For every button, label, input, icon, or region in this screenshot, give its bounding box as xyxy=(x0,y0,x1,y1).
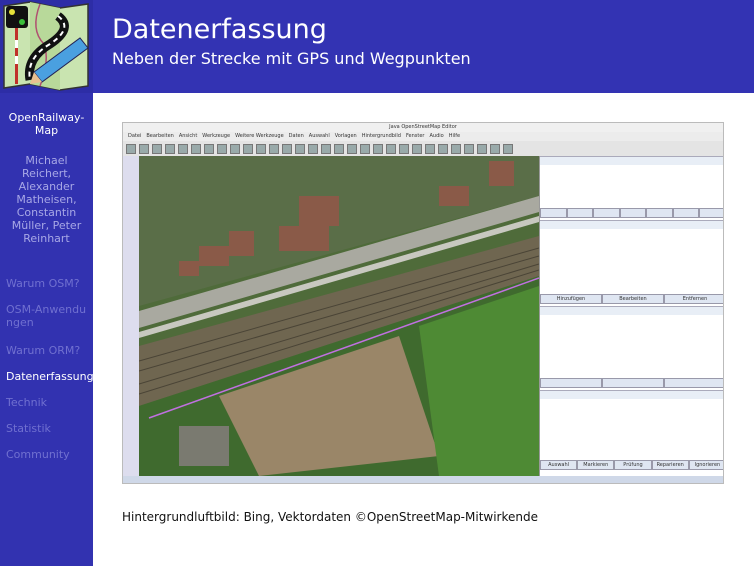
nav-community[interactable]: Community xyxy=(6,448,70,461)
tool-icon xyxy=(295,143,305,154)
menu-item: Daten xyxy=(288,133,304,139)
nav-datenerfassung[interactable]: Datenerfassung xyxy=(6,370,94,383)
tool-icon xyxy=(334,143,344,154)
tag-buttons: Hinzufügen Bearbeiten Entfernen xyxy=(540,294,723,304)
josm-toolbar xyxy=(123,141,723,156)
menu-item: Auswahl xyxy=(308,133,330,139)
tool-icon xyxy=(191,143,201,154)
logo-icon xyxy=(3,1,89,91)
tool-icon xyxy=(178,143,188,154)
tool-icon xyxy=(360,143,370,154)
nav-technik[interactable]: Technik xyxy=(6,396,47,409)
image-caption: Hintergrundluftbild: Bing, Vektordaten ©… xyxy=(122,510,538,524)
menu-item: Weitere Werkzeuge xyxy=(235,133,284,139)
josm-window-title: Java OpenStreetMap Editor xyxy=(123,123,723,132)
sidebar: OpenRailway-Map Michael Reichert, Alexan… xyxy=(0,0,94,566)
tool-icon xyxy=(347,143,357,154)
tool-icon xyxy=(425,143,435,154)
menu-item: Datei xyxy=(128,133,142,139)
layer-buttons xyxy=(540,208,723,218)
tool-icon xyxy=(165,143,175,154)
tool-icon xyxy=(464,143,474,154)
tool-icon xyxy=(451,143,461,154)
menu-item: Werkzeuge xyxy=(202,133,231,139)
tool-icon xyxy=(321,143,331,154)
josm-statusbar xyxy=(123,476,723,483)
fix-button: Reparieren xyxy=(651,460,689,470)
tool-icon xyxy=(386,143,396,154)
slide-header: Datenerfassung Neben der Strecke mit GPS… xyxy=(93,0,754,93)
tool-icon xyxy=(152,143,162,154)
menu-item: Hilfe xyxy=(448,133,461,139)
validation-panel-header xyxy=(540,390,723,399)
slide-subtitle: Neben der Strecke mit GPS und Wegpunkten xyxy=(112,49,471,68)
nav-osm-anwendungen[interactable]: OSM-Anwendungen xyxy=(6,303,90,329)
tool-icon xyxy=(139,143,149,154)
josm-screenshot: Java OpenStreetMap Editor Datei Bearbeite… xyxy=(122,122,724,484)
slide-title: Datenerfassung xyxy=(112,14,327,45)
edit-tag-button: Bearbeiten xyxy=(602,294,664,304)
menu-item: Fenster xyxy=(405,133,425,139)
selection-buttons xyxy=(540,378,723,388)
menu-item: Vorlagen xyxy=(334,133,357,139)
nav-warum-orm[interactable]: Warum ORM? xyxy=(6,344,80,357)
tool-icon xyxy=(126,143,136,154)
menu-item: Hintergrundbild xyxy=(361,133,401,139)
add-tag-button: Hinzufügen xyxy=(540,294,602,304)
tool-icon xyxy=(399,143,409,154)
menu-item: Ansicht xyxy=(178,133,198,139)
tool-icon xyxy=(243,143,253,154)
project-name[interactable]: OpenRailway-Map xyxy=(0,111,93,137)
josm-side-panel: Hinzufügen Bearbeiten Entfernen Auswahl … xyxy=(539,156,723,476)
tool-icon xyxy=(412,143,422,154)
tool-icon xyxy=(282,143,292,154)
delete-tag-button: Entfernen xyxy=(664,294,723,304)
josm-mode-toolbar xyxy=(123,156,139,476)
validate-button: Prüfung xyxy=(614,460,652,470)
validation-buttons: Auswahl Markieren Prüfung Reparieren Ign… xyxy=(540,460,723,470)
aerial-map-view xyxy=(138,156,540,476)
tool-icon xyxy=(217,143,227,154)
authors: Michael Reichert, Alexander Matheisen, C… xyxy=(11,154,82,245)
menu-item: Audio xyxy=(429,133,444,139)
zoom-button: Markieren xyxy=(577,460,615,470)
tool-icon xyxy=(438,143,448,154)
tool-icon xyxy=(308,143,318,154)
tool-icon xyxy=(230,143,240,154)
aerial-image xyxy=(138,156,540,476)
tool-icon xyxy=(490,143,500,154)
tool-icon xyxy=(269,143,279,154)
tags-panel-header xyxy=(540,220,723,229)
tool-icon xyxy=(477,143,487,154)
selection-panel-header xyxy=(540,306,723,315)
tool-icon xyxy=(256,143,266,154)
select-button: Auswahl xyxy=(540,460,578,470)
ignore-button: Ignorieren xyxy=(688,460,723,470)
josm-menubar: Datei Bearbeiten Ansicht Werkzeuge Weitere W… xyxy=(123,132,723,141)
menu-item: Bearbeiten xyxy=(146,133,174,139)
tool-icon xyxy=(204,143,214,154)
openrailwaymap-logo xyxy=(0,0,93,93)
tool-icon xyxy=(503,143,513,154)
tool-icon xyxy=(373,143,383,154)
layers-panel-header xyxy=(540,156,723,165)
nav-statistik[interactable]: Statistik xyxy=(6,422,51,435)
nav-warum-osm[interactable]: Warum OSM? xyxy=(6,277,80,290)
